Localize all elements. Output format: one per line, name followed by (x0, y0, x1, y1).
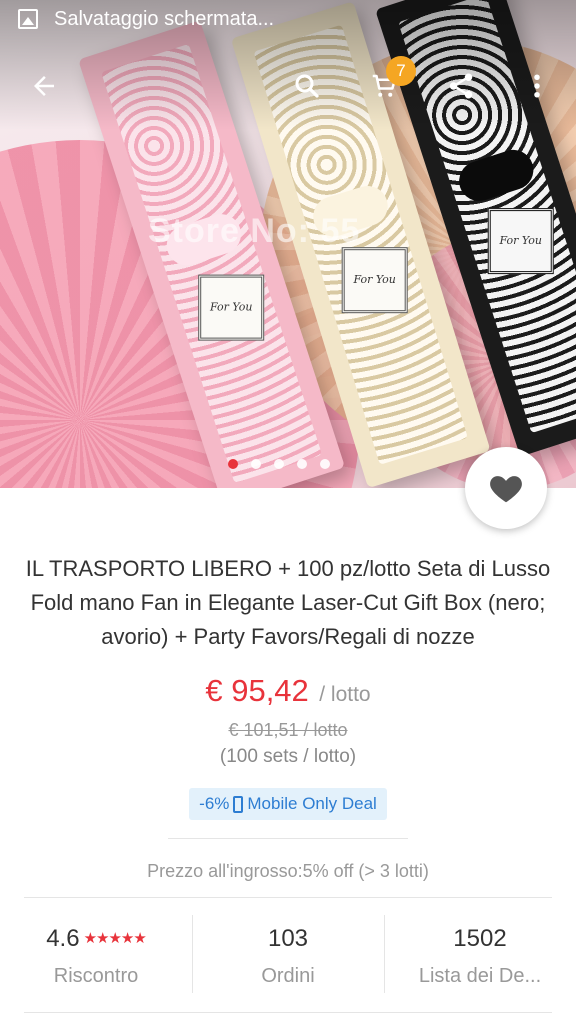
stat-label: Ordini (261, 965, 315, 987)
gift-tag: For You (341, 247, 408, 314)
more-vert-icon (534, 74, 540, 98)
current-price: € 95,42 (205, 673, 309, 708)
deal-label: Mobile Only Deal (247, 794, 377, 813)
cart-count-badge: 7 (386, 56, 416, 86)
status-bar: Salvataggio schermata... (0, 0, 576, 38)
rating-value: 4.6 (46, 925, 80, 952)
mobile-deal-badge: -6% Mobile Only Deal (189, 788, 387, 820)
stat-label: Riscontro (53, 965, 139, 987)
carousel-dot (274, 459, 284, 469)
price-unit: / lotto (319, 683, 371, 706)
stat-label: Lista dei De... (418, 965, 542, 987)
rating-stars: ★★★★★ (83, 930, 147, 947)
carousel-dot (297, 459, 307, 469)
screenshot-icon (18, 9, 38, 29)
phone-icon (233, 795, 244, 813)
search-button[interactable] (283, 62, 331, 110)
heart-icon (490, 476, 522, 503)
divider (24, 1012, 552, 1013)
carousel-dot (228, 459, 238, 469)
search-icon (295, 74, 319, 98)
stat-wishlist[interactable]: 1502 Lista dei De... (384, 915, 576, 995)
product-stats: 4.6 ★★★★★ Riscontro 103 Ordini 1502 List… (0, 915, 576, 995)
share-icon (449, 73, 473, 99)
orders-value: 103 (267, 925, 309, 952)
original-price: € 101,51 / lotto (228, 720, 348, 740)
divider (168, 838, 408, 839)
lot-size: (100 sets / lotto) (219, 746, 357, 767)
gift-tag: For You (487, 208, 554, 275)
share-button[interactable] (437, 62, 485, 110)
wishlist-value: 1502 (453, 925, 507, 952)
deal-discount: -6% (199, 794, 230, 813)
price-row: € 95,42 / lotto (0, 673, 576, 709)
store-watermark: Store No: 55 (148, 212, 361, 250)
carousel-dot (320, 459, 330, 469)
stat-feedback[interactable]: 4.6 ★★★★★ Riscontro (0, 915, 192, 995)
product-title: IL TRASPORTO LIBERO + 100 pz/lotto Seta … (25, 556, 551, 649)
more-options-button[interactable] (513, 62, 561, 110)
favorite-button[interactable] (465, 447, 547, 529)
stat-orders[interactable]: 103 Ordini (192, 915, 384, 995)
carousel-dot (251, 459, 261, 469)
divider (24, 897, 552, 898)
gift-tag: For You (198, 274, 265, 341)
status-notification: Salvataggio schermata... (54, 7, 275, 30)
back-button[interactable] (20, 62, 68, 110)
arrow-back-icon (34, 76, 54, 96)
wholesale-price: Prezzo all'ingrosso:5% off (> 3 lotti) (147, 861, 429, 881)
cart-button[interactable]: 7 (360, 56, 416, 110)
